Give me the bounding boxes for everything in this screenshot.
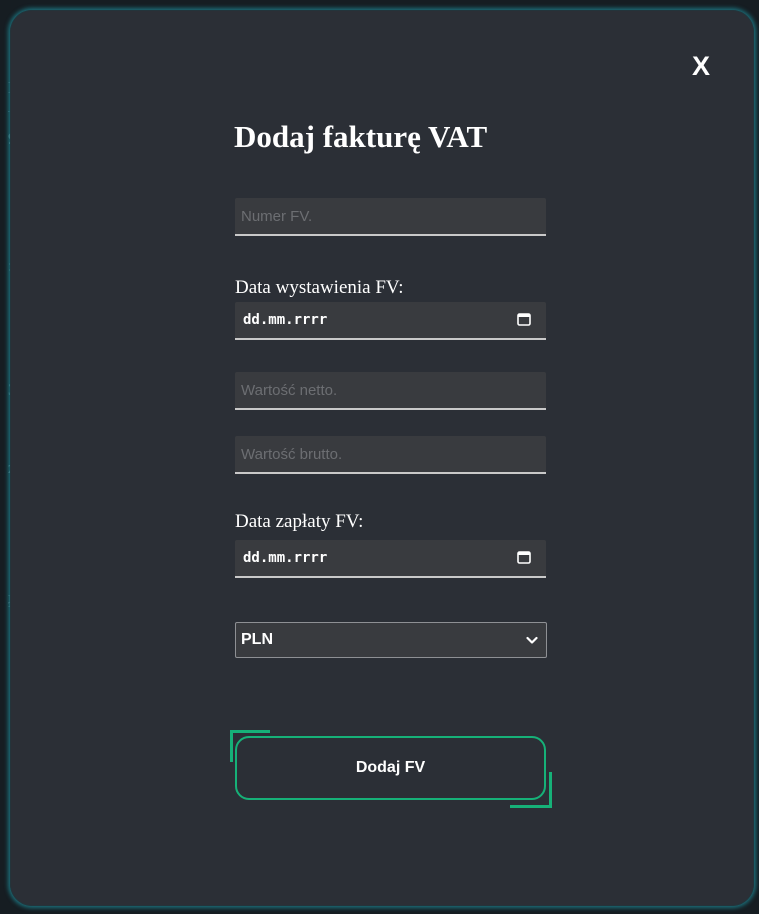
calendar-icon[interactable] <box>517 550 531 564</box>
calendar-icon[interactable] <box>517 312 531 326</box>
close-button[interactable]: X <box>688 51 714 81</box>
issue-date-value: dd.mm.rrrr <box>243 312 328 328</box>
payment-date-input[interactable]: dd.mm.rrrr <box>235 540 546 578</box>
submit-button-frame: Dodaj FV <box>230 730 552 808</box>
issue-date-label: Data wystawienia FV: <box>235 277 404 298</box>
currency-selected-value: PLN <box>241 631 273 648</box>
add-invoice-modal: X Dodaj fakturę VAT Data wystawienia FV:… <box>10 10 754 906</box>
payment-date-value: dd.mm.rrrr <box>243 550 328 566</box>
payment-date-label: Data zapłaty FV: <box>235 511 364 532</box>
modal-title: Dodaj fakturę VAT <box>234 119 488 154</box>
add-invoice-button[interactable]: Dodaj FV <box>235 736 546 800</box>
gross-value-input[interactable] <box>235 436 546 474</box>
currency-select[interactable]: PLN <box>235 622 547 658</box>
chevron-down-icon <box>526 636 538 644</box>
issue-date-input[interactable]: dd.mm.rrrr <box>235 302 546 340</box>
invoice-number-input[interactable] <box>235 198 546 236</box>
net-value-input[interactable] <box>235 372 546 410</box>
